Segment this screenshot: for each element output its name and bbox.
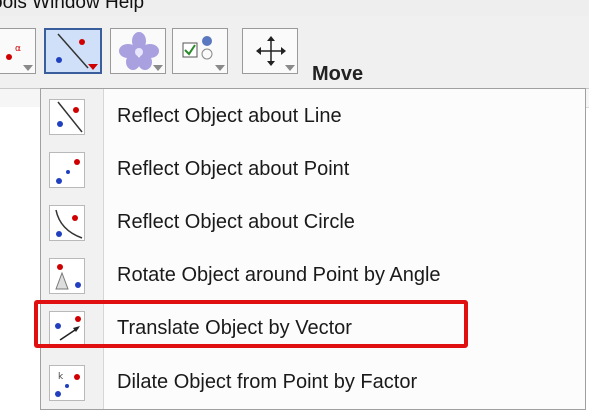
menu-bar: ools Window Help [0,0,589,16]
checkbox-tool-button[interactable] [172,28,228,74]
move-tool-button[interactable] [242,28,298,74]
chevron-down-icon [88,64,98,70]
reflect-circle-icon [49,205,85,241]
menu-item-label: Dilate Object from Point by Factor [117,371,418,393]
menu-item-reflect-circle[interactable]: Reflect Object about Circle [41,199,587,247]
reflect-tool-button[interactable] [44,28,102,74]
highlight-box [34,300,468,348]
menu-item-label: Rotate Object around Point by Angle [117,264,441,286]
chevron-down-icon [285,65,295,71]
point-tool-button[interactable]: α [0,28,36,74]
menu-item-label: Reflect Object about Line [117,105,342,127]
reflect-line-icon [49,99,85,135]
transform-tools-dropdown: Reflect Object about Line Reflect Object… [40,88,586,410]
svg-text:k: k [58,372,64,382]
chevron-down-icon [215,65,225,71]
menu-item-dilate[interactable]: k Dilate Object from Point by Factor [41,359,587,407]
menu-item-reflect-line[interactable]: Reflect Object about Line [41,93,587,141]
reflect-point-icon [49,152,85,188]
graphics-tool-button[interactable] [110,28,166,74]
active-tool-label: Move [312,63,364,85]
svg-text:α: α [15,44,21,54]
menu-bar-text[interactable]: ools Window Help [0,0,144,14]
toolbar: α Move [0,16,589,89]
menu-item-label: Reflect Object about Point [117,158,350,180]
canvas-area[interactable] [0,107,40,410]
chevron-down-icon [23,65,33,71]
menu-item-label: Reflect Object about Circle [117,211,355,233]
rotate-icon [49,258,85,294]
dilate-icon: k [49,365,85,401]
chevron-down-icon [153,65,163,71]
menu-item-reflect-point[interactable]: Reflect Object about Point [41,146,587,194]
menu-item-rotate[interactable]: Rotate Object around Point by Angle [41,252,587,300]
